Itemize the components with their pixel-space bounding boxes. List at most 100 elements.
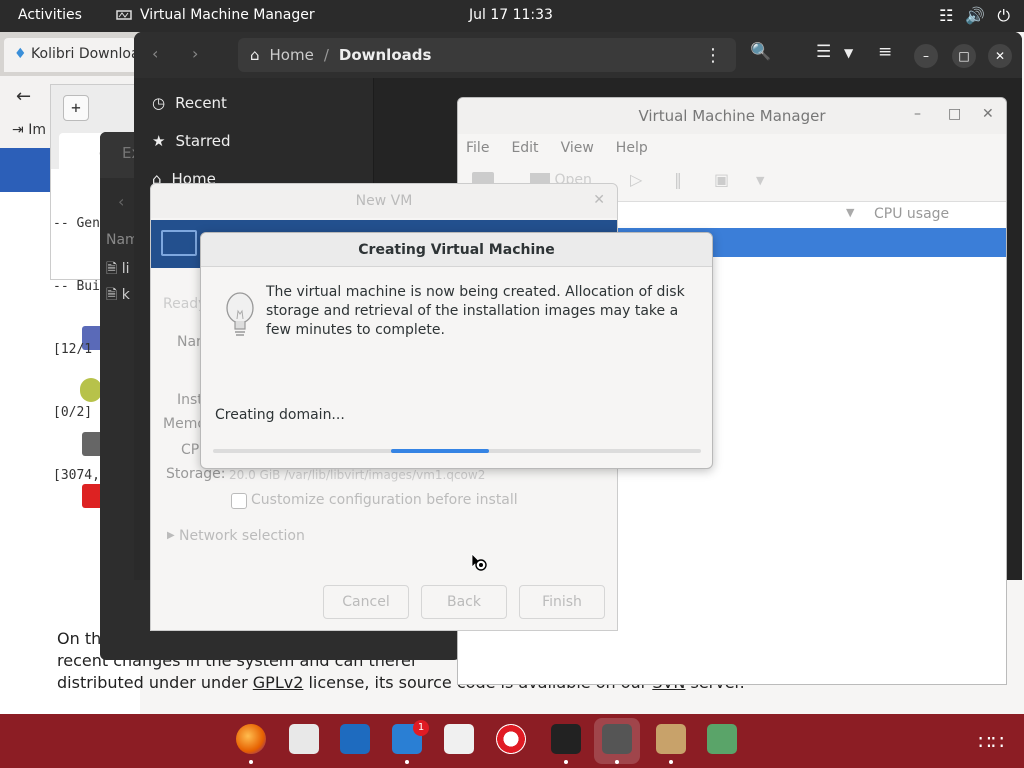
path-separator: / xyxy=(323,46,329,64)
running-indicator xyxy=(615,760,619,764)
back-button[interactable]: Back xyxy=(421,585,507,619)
minimize-icon[interactable]: – xyxy=(914,106,921,122)
home-icon: ⌂ xyxy=(250,46,260,64)
star-icon: ★ xyxy=(152,132,166,150)
mail-icon[interactable] xyxy=(289,724,319,754)
software-icon[interactable] xyxy=(444,724,474,754)
customize-label[interactable]: Customize configuration before install xyxy=(251,492,518,508)
close-icon[interactable]: ✕ xyxy=(988,44,1012,68)
import-label: Im xyxy=(28,122,46,138)
show-apps-icon[interactable]: ∷∷ xyxy=(979,730,1004,754)
hamburger-menu-icon[interactable]: ≡ xyxy=(878,42,892,62)
new-vm-title: New VM xyxy=(151,184,617,218)
path-menu-icon[interactable]: ⋮ xyxy=(704,45,722,66)
cancel-button[interactable]: Cancel xyxy=(323,585,409,619)
firefox-icon[interactable] xyxy=(236,724,266,754)
forward-icon[interactable]: › xyxy=(192,44,198,63)
minimize-icon[interactable]: – xyxy=(914,44,938,68)
gplv2-link[interactable]: GPLv2 xyxy=(253,673,304,692)
notification-badge: 1 xyxy=(413,720,429,736)
browser-tab-title: Kolibri Downloa xyxy=(31,46,136,62)
close-icon[interactable]: ✕ xyxy=(593,192,605,208)
customize-checkbox[interactable] xyxy=(231,493,247,509)
file-row[interactable]: 🗎 k xyxy=(106,284,130,308)
sidebar-item-recent[interactable]: ◷ Recent xyxy=(152,94,227,112)
browser-tabstrip: ♦ Kolibri Downloa xyxy=(0,32,140,76)
running-indicator xyxy=(405,760,409,764)
view-options-chevron-icon[interactable]: ▼ xyxy=(844,46,853,60)
path-bar[interactable]: ⌂ Home / Downloads ⋮ xyxy=(238,38,736,72)
app-name-label: Virtual Machine Manager xyxy=(140,7,315,23)
files-headerbar: ‹ › ⌂ Home / Downloads ⋮ 🔍 ☰ ▼ ≡ – □ ✕ xyxy=(134,32,1022,78)
path-home[interactable]: Home xyxy=(270,46,314,64)
creating-dialog-title: Creating Virtual Machine xyxy=(201,233,712,267)
menu-file[interactable]: File xyxy=(466,134,489,162)
running-indicator xyxy=(564,760,568,764)
menu-view[interactable]: View xyxy=(561,134,594,162)
lightbulb-icon xyxy=(226,292,254,336)
shutdown-menu-chevron-icon[interactable]: ▼ xyxy=(756,174,764,187)
vm-monitor-icon xyxy=(161,230,197,256)
taskbar: 1 ∷∷ xyxy=(0,714,1024,768)
paragraph-text: distributed under under xyxy=(57,673,253,692)
volume-icon: 🔊 xyxy=(965,6,986,25)
kolibri-favicon-icon: ♦ xyxy=(14,46,27,62)
menu-help[interactable]: Help xyxy=(616,134,648,162)
list-view-icon[interactable]: ☰ xyxy=(816,42,831,62)
back-icon[interactable]: ‹ xyxy=(152,44,158,63)
menu-edit[interactable]: Edit xyxy=(511,134,538,162)
progress-bar-fill xyxy=(391,449,489,453)
sidebar-item-label: Recent xyxy=(175,94,227,112)
back-arrow-icon[interactable]: ← xyxy=(16,86,31,107)
file-row[interactable]: 🗎 li xyxy=(106,258,130,282)
back-chevron-icon[interactable]: ‹ xyxy=(118,192,124,211)
running-indicator xyxy=(249,760,253,764)
system-tray[interactable]: ☷ 🔊 ⏻ xyxy=(939,6,1010,26)
expand-arrow-icon[interactable]: ▶ xyxy=(167,530,175,541)
finish-button[interactable]: Finish xyxy=(519,585,605,619)
install-label: Inst xyxy=(177,392,203,408)
clock[interactable]: Jul 17 11:33 xyxy=(469,7,553,23)
browser-tab[interactable]: ♦ Kolibri Downloa xyxy=(4,38,136,72)
file-row-label: li xyxy=(121,261,130,277)
top-bar: Activities Virtual Machine Manager Jul 1… xyxy=(0,0,1024,32)
writer-icon[interactable] xyxy=(340,724,370,754)
cpu-label: CP xyxy=(181,442,200,458)
archive-icon[interactable] xyxy=(656,724,686,754)
running-indicator xyxy=(669,760,673,764)
terminal-icon[interactable] xyxy=(551,724,581,754)
maximize-icon[interactable]: □ xyxy=(952,44,976,68)
search-icon[interactable]: 🔍 xyxy=(750,42,771,62)
creating-vm-dialog: Creating Virtual Machine The virtual mac… xyxy=(200,232,713,469)
pause-icon[interactable]: ‖ xyxy=(674,170,682,189)
busy-cursor-icon xyxy=(471,553,487,571)
app-menu[interactable]: Virtual Machine Manager xyxy=(116,7,315,23)
file-row-label: k xyxy=(121,287,130,303)
creating-status: Creating domain... xyxy=(215,407,345,423)
activities-button[interactable]: Activities xyxy=(18,7,82,23)
cpu-usage-column[interactable]: CPU usage xyxy=(874,206,949,222)
network-selection-expander[interactable]: Network selection xyxy=(179,528,305,544)
network-icon: ☷ xyxy=(939,6,954,25)
progress-bar xyxy=(213,449,701,453)
help-icon[interactable] xyxy=(496,724,526,754)
path-current[interactable]: Downloads xyxy=(339,46,432,64)
sidebar-item-starred[interactable]: ★ Starred xyxy=(152,132,231,150)
import-link[interactable]: ⇥ Im xyxy=(12,122,46,138)
run-icon[interactable]: ▷ xyxy=(630,170,642,189)
vmm-icon[interactable] xyxy=(602,724,632,754)
shutdown-icon[interactable]: ▣ xyxy=(714,170,729,189)
power-icon: ⏻ xyxy=(997,6,1010,25)
maximize-icon[interactable]: □ xyxy=(948,106,961,122)
clock-icon: ◷ xyxy=(152,94,166,112)
close-icon[interactable]: ✕ xyxy=(982,106,994,122)
trash-icon[interactable] xyxy=(707,724,737,754)
storage-value: 20.0 GiB /var/lib/libvirt/images/vm1.qco… xyxy=(229,468,486,482)
sidebar-item-label: Starred xyxy=(175,132,231,150)
vmm-app-icon xyxy=(116,10,132,20)
new-tab-icon[interactable]: + xyxy=(63,95,89,121)
vmm-menubar: File Edit View Help xyxy=(458,134,1006,162)
sort-chevron-icon[interactable]: ▼ xyxy=(846,206,854,219)
vmm-title: Virtual Machine Manager xyxy=(458,98,1006,134)
creating-message: The virtual machine is now being created… xyxy=(266,284,685,338)
